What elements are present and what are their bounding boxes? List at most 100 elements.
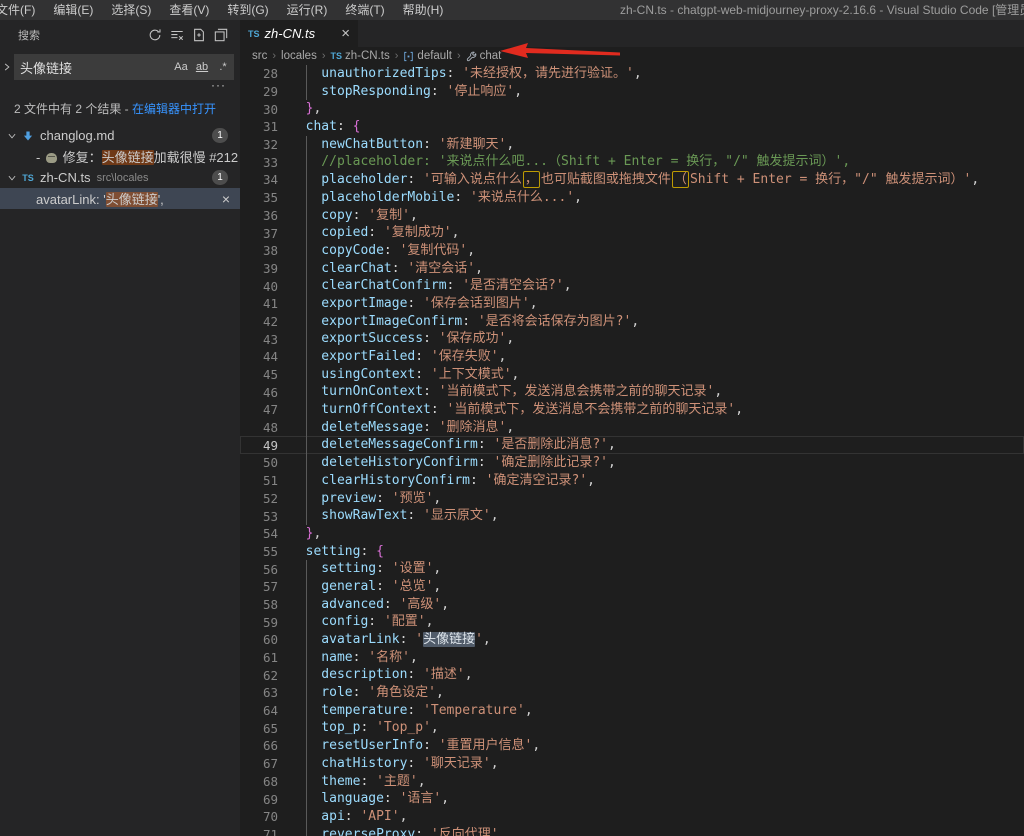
indent-guide xyxy=(306,295,307,313)
code-line[interactable]: 60 avatarLink: '头像链接', xyxy=(240,631,1024,649)
chevron-down-icon[interactable] xyxy=(4,131,20,141)
code-line[interactable]: 34 placeholder: '可输入说点什么，也可贴截图或拖拽文件（Shif… xyxy=(240,171,1024,189)
code-line[interactable]: 62 description: '描述', xyxy=(240,666,1024,684)
open-in-editor-icon[interactable] xyxy=(210,24,232,46)
code-line[interactable]: 64 temperature: 'Temperature', xyxy=(240,702,1024,720)
code-line[interactable]: 38 copyCode: '复制代码', xyxy=(240,242,1024,260)
code-token: : xyxy=(384,243,400,258)
code-line[interactable]: 48 deleteMessage: '删除消息', xyxy=(240,419,1024,437)
code-line-text: clearChatConfirm: '是否清空会话?', xyxy=(290,277,572,295)
code-line[interactable]: 67 chatHistory: '聊天记录', xyxy=(240,755,1024,773)
code-token: advanced xyxy=(290,597,384,612)
menu-item-3[interactable]: 查看(V) xyxy=(160,0,218,20)
breadcrumb-item-chat[interactable]: chat xyxy=(466,50,502,62)
breadcrumb-item-src[interactable]: src xyxy=(252,50,267,62)
refresh-icon[interactable] xyxy=(144,24,166,46)
markdown-icon xyxy=(20,130,36,142)
code-line[interactable]: 55 setting: { xyxy=(240,543,1024,561)
code-line[interactable]: 40 clearChatConfirm: '是否清空会话?', xyxy=(240,277,1024,295)
code-editor[interactable]: 28 unauthorizedTips: '未经授权，请先进行验证。',29 s… xyxy=(240,65,1024,836)
code-token: setting xyxy=(290,561,376,576)
code-line[interactable]: 68 theme: '主题', xyxy=(240,773,1024,791)
match-case-toggle[interactable]: Aa xyxy=(171,57,191,77)
code-line[interactable]: 52 preview: '预览', xyxy=(240,490,1024,508)
code-token: '保存会话到图片' xyxy=(423,296,530,311)
whole-word-toggle[interactable]: ab xyxy=(192,57,212,77)
breadcrumb-item-zh-CN.ts[interactable]: TSzh-CN.ts xyxy=(331,50,390,62)
code-line[interactable]: 31 chat: { xyxy=(240,118,1024,136)
code-line[interactable]: 50 deleteHistoryConfirm: '确定删除此记录?', xyxy=(240,454,1024,472)
code-line[interactable]: 59 config: '配置', xyxy=(240,613,1024,631)
code-line[interactable]: 56 setting: '设置', xyxy=(240,560,1024,578)
dismiss-match-icon[interactable]: × xyxy=(222,192,230,206)
menu-item-2[interactable]: 选择(S) xyxy=(102,0,160,20)
search-result-file-row[interactable]: TSzh-CN.tssrc\locales1 xyxy=(0,167,240,188)
code-line[interactable]: 57 general: '总览', xyxy=(240,578,1024,596)
menu-item-0[interactable]: 文件(F) xyxy=(0,0,44,20)
tab-zh-cn-ts[interactable]: TS zh-CN.ts × xyxy=(240,20,358,47)
code-line[interactable]: 37 copied: '复制成功', xyxy=(240,224,1024,242)
search-result-match-row[interactable]: avatarLink: '头像链接',× xyxy=(0,188,240,209)
code-line[interactable]: 45 usingContext: '上下文模式', xyxy=(240,366,1024,384)
code-line[interactable]: 66 resetUserInfo: '重置用户信息', xyxy=(240,737,1024,755)
code-line[interactable]: 54 }, xyxy=(240,525,1024,543)
code-token: showRawText xyxy=(290,508,407,523)
code-line[interactable]: 32 newChatButton: '新建聊天', xyxy=(240,136,1024,154)
open-in-editor-link[interactable]: 在编辑器中打开 xyxy=(132,102,216,116)
new-search-editor-icon[interactable] xyxy=(188,24,210,46)
search-result-match-row[interactable]: - 修复：头像链接加载很慢 #212 xyxy=(0,146,240,167)
code-token: api xyxy=(290,809,345,824)
code-line[interactable]: 33 //placeholder: '来说点什么吧...（Shift + Ent… xyxy=(240,153,1024,171)
code-token: '当前模式下，发送消息会携带之前的聊天记录' xyxy=(439,384,715,399)
code-line[interactable]: 71 reverseProxy: '反向代理', xyxy=(240,826,1024,836)
code-token: language xyxy=(290,791,384,806)
code-line[interactable]: 30 }, xyxy=(240,100,1024,118)
code-line[interactable]: 63 role: '角色设定', xyxy=(240,684,1024,702)
code-line[interactable]: 42 exportImageConfirm: '是否将会话保存为图片?', xyxy=(240,313,1024,331)
code-line[interactable]: 61 name: '名称', xyxy=(240,649,1024,667)
menu-item-5[interactable]: 运行(R) xyxy=(278,0,337,20)
code-line[interactable]: 39 clearChat: '清空会话', xyxy=(240,260,1024,278)
line-number: 46 xyxy=(240,385,278,400)
code-line[interactable]: 44 exportFailed: '保存失败', xyxy=(240,348,1024,366)
code-line[interactable]: 46 turnOnContext: '当前模式下，发送消息会携带之前的聊天记录'… xyxy=(240,383,1024,401)
search-result-file-row[interactable]: changlog.md1 xyxy=(0,125,240,146)
code-line[interactable]: 69 language: '语言', xyxy=(240,790,1024,808)
tab-close-icon[interactable]: × xyxy=(341,27,350,41)
menu-item-4[interactable]: 转到(G) xyxy=(218,0,277,20)
code-line[interactable]: 43 exportSuccess: '保存成功', xyxy=(240,330,1024,348)
chevron-down-icon[interactable] xyxy=(4,173,20,183)
line-number: 68 xyxy=(240,774,278,789)
line-number: 39 xyxy=(240,261,278,276)
menu-item-6[interactable]: 终端(T) xyxy=(336,0,393,20)
code-line[interactable]: 49 deleteMessageConfirm: '是否删除此消息?', xyxy=(240,436,1024,454)
code-line[interactable]: 65 top_p: 'Top_p', xyxy=(240,719,1024,737)
code-token: reverseProxy xyxy=(290,827,415,836)
toggle-replace-chevron-icon[interactable] xyxy=(0,62,14,72)
menu-item-7[interactable]: 帮助(H) xyxy=(394,0,453,20)
code-token: , xyxy=(441,791,449,806)
line-number: 56 xyxy=(240,562,278,577)
code-line[interactable]: 47 turnOffContext: '当前模式下，发送消息不会携带之前的聊天记… xyxy=(240,401,1024,419)
indent-guide xyxy=(306,666,307,684)
menu-item-1[interactable]: 编辑(E) xyxy=(44,0,102,20)
code-line[interactable]: 41 exportImage: '保存会话到图片', xyxy=(240,295,1024,313)
code-line-text: general: '总览', xyxy=(290,578,441,596)
code-line[interactable]: 58 advanced: '高级', xyxy=(240,596,1024,614)
code-line[interactable]: 35 placeholderMobile: '来说点什么...', xyxy=(240,189,1024,207)
code-line[interactable]: 70 api: 'API', xyxy=(240,808,1024,826)
code-line[interactable]: 29 stopResponding: '停止响应', xyxy=(240,83,1024,101)
code-token: , xyxy=(441,597,449,612)
code-token: : xyxy=(431,84,447,99)
code-line[interactable]: 51 clearHistoryConfirm: '确定清空记录?', xyxy=(240,472,1024,490)
clear-results-icon[interactable] xyxy=(166,24,188,46)
breadcrumb-item-locales[interactable]: locales xyxy=(281,50,317,62)
code-line[interactable]: 36 copy: '复制', xyxy=(240,207,1024,225)
breadcrumb-item-default[interactable]: default xyxy=(403,50,452,62)
regex-toggle[interactable]: .* xyxy=(213,57,233,77)
code-line[interactable]: 28 unauthorizedTips: '未经授权，请先进行验证。', xyxy=(240,65,1024,83)
toggle-search-details-icon[interactable]: ··· xyxy=(211,80,226,94)
code-line[interactable]: 53 showRawText: '显示原文', xyxy=(240,507,1024,525)
search-input-box[interactable]: 头像链接 Aa ab .* xyxy=(14,54,234,80)
search-input[interactable]: 头像链接 xyxy=(20,58,171,77)
